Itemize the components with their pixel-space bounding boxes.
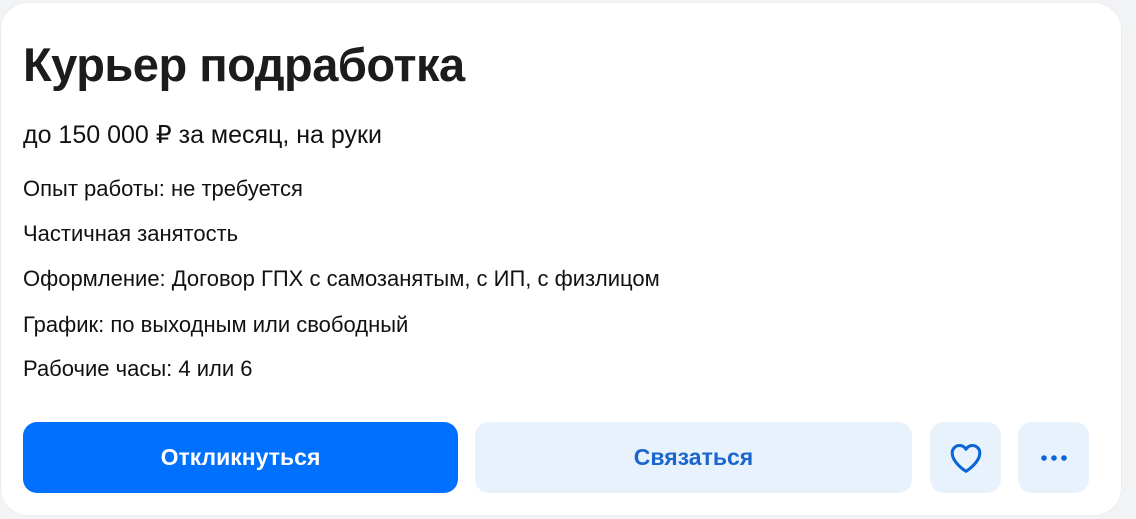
working-hours-text: Рабочие часы: 4 или 6 [23,356,253,381]
contact-button[interactable]: Связаться [475,422,912,493]
experience-text: Опыт работы: не требуется [23,176,303,201]
vacancy-title[interactable]: Курьер подработка [23,37,465,92]
more-button[interactable] [1018,422,1089,493]
contract-type-text: Оформление: Договор ГПХ с самозанятым, с… [23,266,660,291]
more-horizontal-icon [1038,453,1070,463]
vacancy-card: Курьер подработка до 150 000 ₽ за месяц,… [0,2,1122,516]
schedule-text: График: по выходным или свободный [23,312,409,337]
apply-button[interactable]: Откликнуться [23,422,458,493]
favorite-button[interactable] [930,422,1001,493]
salary: до 150 000 ₽ за месяц, на руки [23,121,382,149]
heart-icon [948,442,984,474]
employment-type-text: Частичная занятость [23,221,239,246]
